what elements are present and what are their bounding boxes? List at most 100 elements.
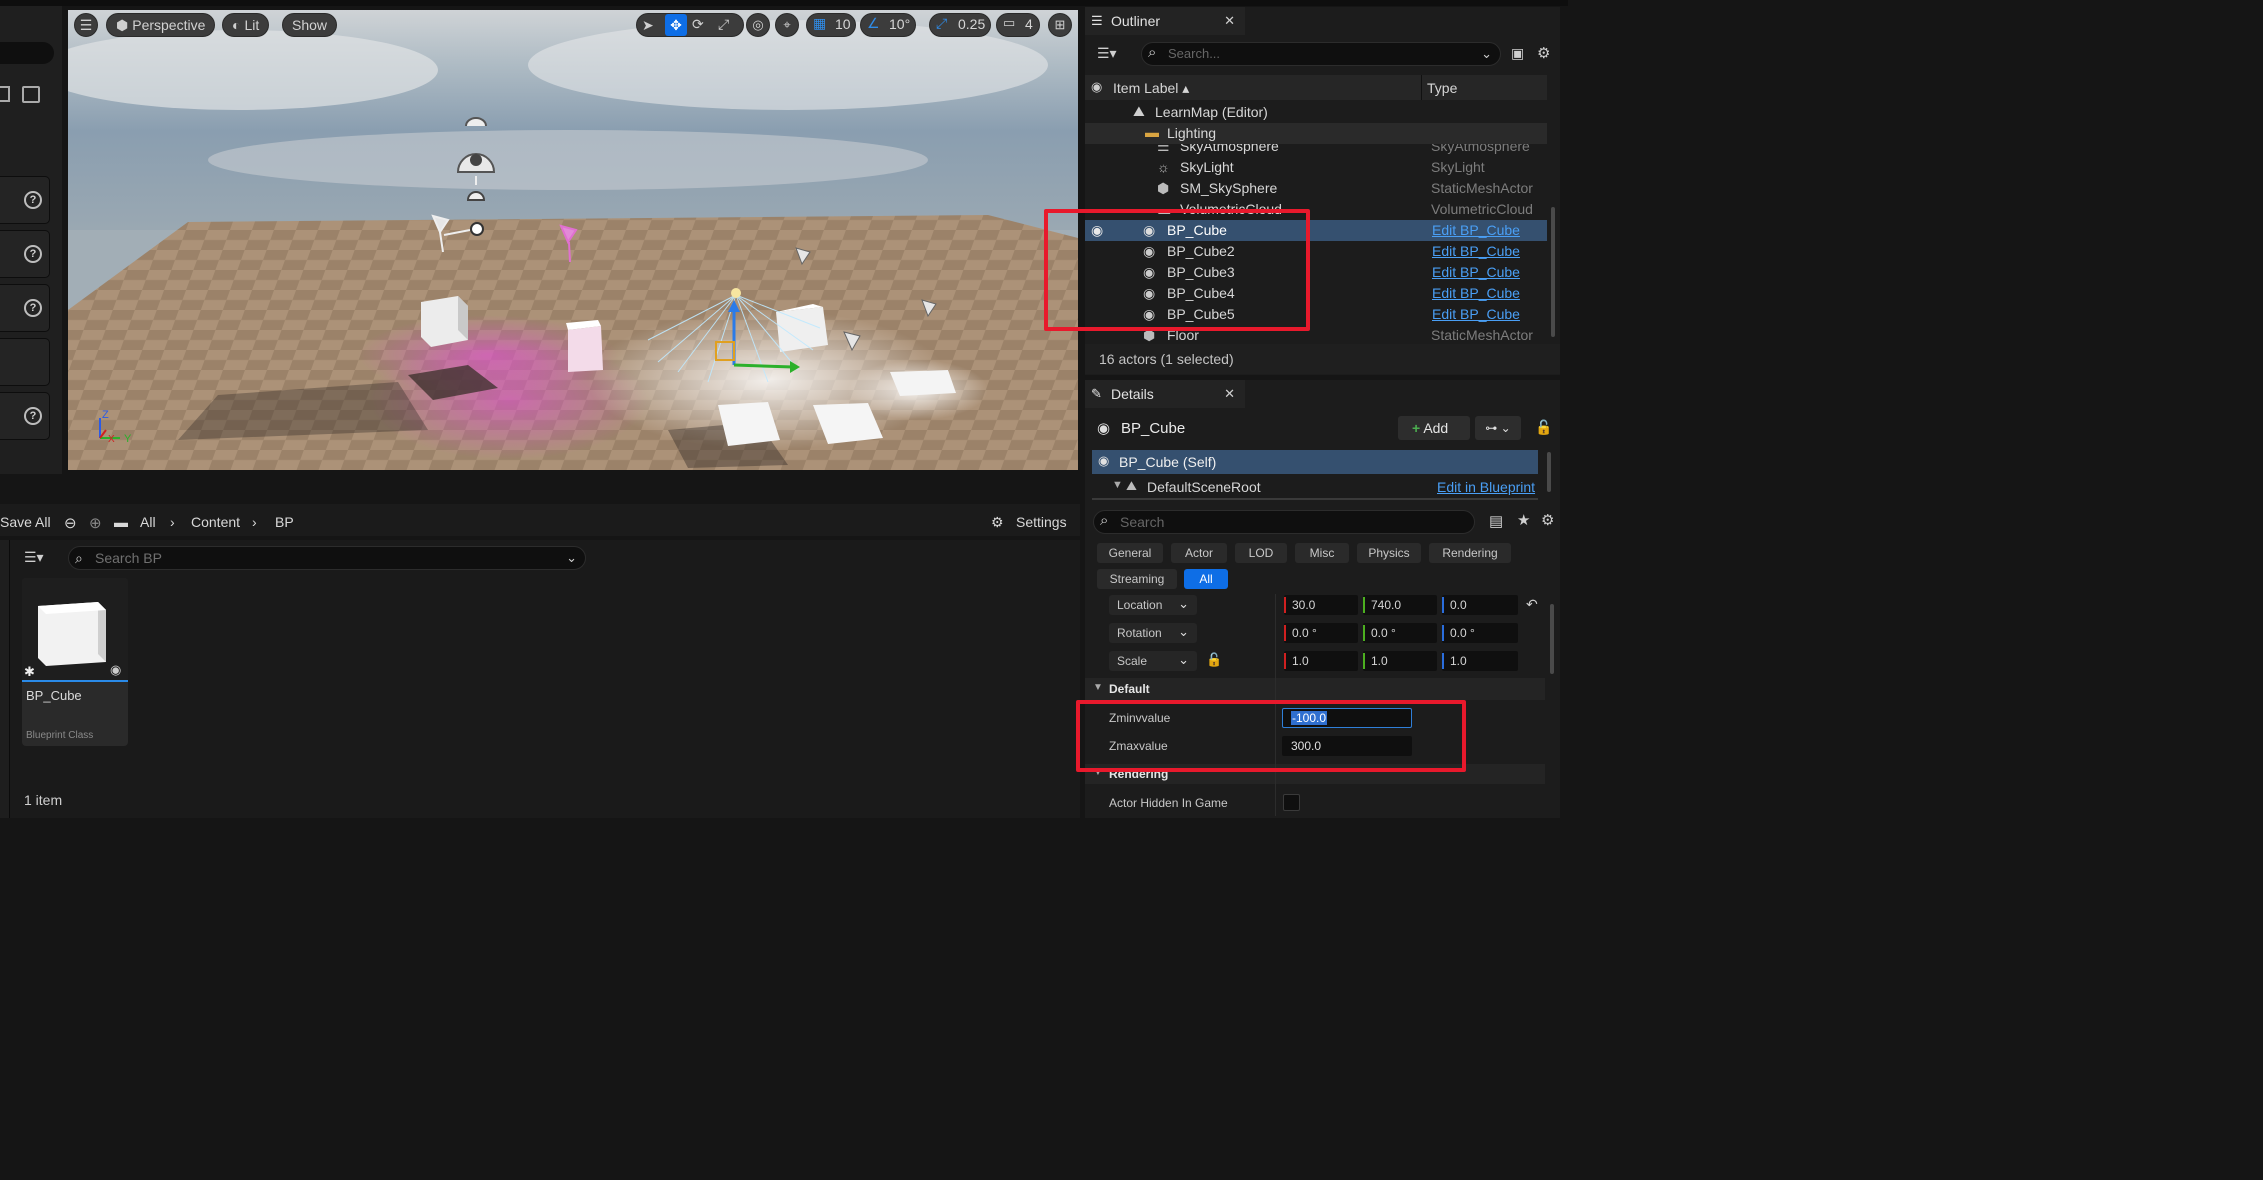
outliner-tab[interactable]: ☰ Outliner ✕	[1085, 7, 1245, 35]
filter-tab-actor[interactable]: Actor	[1171, 543, 1227, 563]
layout-icon[interactable]	[22, 86, 40, 103]
actor-hidden-checkbox[interactable]	[1283, 794, 1300, 811]
visibility-eye-icon[interactable]: ◉	[1091, 79, 1102, 95]
reset-arrow-icon[interactable]: ↶	[1526, 596, 1538, 613]
list-item[interactable]: ◉ BP_Cube5 Edit BP_Cube	[1085, 304, 1547, 325]
settings-button[interactable]: Settings	[1016, 514, 1067, 530]
breadcrumb-content[interactable]: Content	[191, 514, 240, 530]
filter-icon[interactable]: ☰▾	[1097, 45, 1117, 62]
gear-icon[interactable]: ⚙	[1537, 44, 1550, 62]
zmax-input[interactable]: 300.0	[1282, 736, 1412, 756]
rotation-x-field[interactable]: 0.0 °	[1284, 623, 1358, 643]
perspective-button[interactable]: ⬢ Perspective	[106, 13, 216, 37]
list-item[interactable]: ☰ SkyAtmosphere SkyAtmosphere	[1085, 144, 1547, 157]
rendering-category-header[interactable]: ▼ Rendering	[1085, 764, 1545, 784]
gear-icon[interactable]: ⚙	[991, 514, 1004, 531]
details-search-input[interactable]: ⌕ Search	[1093, 510, 1475, 534]
location-x-field[interactable]: 30.0	[1284, 595, 1358, 615]
component-self-row[interactable]: ◉ BP_Cube (Self)	[1092, 450, 1538, 474]
component-root-row[interactable]: ▼ ⛰ DefaultSceneRoot Edit in Blueprint	[1092, 476, 1538, 498]
add-folder-icon[interactable]: ▣	[1511, 45, 1524, 62]
rotation-z-field[interactable]: 0.0 °	[1442, 623, 1518, 643]
details-tab[interactable]: ✎ Details ✕	[1085, 380, 1245, 408]
list-item-selected[interactable]: ◉ ◉ BP_Cube Edit BP_Cube	[1085, 220, 1547, 241]
asset-tile-bp-cube[interactable]: ✱ ◉ BP_Cube Blueprint Class	[22, 578, 128, 746]
item-label-column[interactable]: Item Label ▴	[1113, 80, 1189, 97]
hamburger-menu-icon[interactable]: ☰	[74, 13, 98, 37]
folder-icon[interactable]: ▬	[114, 514, 128, 530]
list-item[interactable]: ⬢ Floor StaticMeshActor	[1085, 325, 1547, 342]
expand-triangle-icon[interactable]: ▼	[1112, 479, 1123, 491]
chevron-down-icon[interactable]: ⌄	[1481, 43, 1492, 65]
scale-z-field[interactable]: 1.0	[1442, 651, 1518, 671]
breadcrumb-all[interactable]: All	[140, 514, 156, 530]
angle-snap-toggle[interactable]: ∠ 10°	[860, 13, 916, 37]
list-item[interactable]: ⬢ SM_SkySphere StaticMeshActor	[1085, 178, 1547, 199]
edit-blueprint-link[interactable]: Edit BP_Cube	[1432, 306, 1520, 322]
filter-icon[interactable]: ☰▾	[24, 549, 44, 566]
forward-icon[interactable]: ⊕	[89, 514, 102, 532]
gear-icon[interactable]: ⚙	[1541, 511, 1554, 529]
save-all-button[interactable]: Save All	[0, 514, 51, 530]
filter-tab-streaming[interactable]: Streaming	[1097, 569, 1177, 589]
property-splitter[interactable]	[1275, 594, 1276, 816]
help-icon[interactable]: ?	[24, 299, 42, 317]
star-icon[interactable]: ★	[1517, 511, 1530, 529]
chevron-down-icon[interactable]: ⌄	[566, 547, 577, 569]
lit-button[interactable]: ◐ Lit	[222, 13, 270, 37]
back-icon[interactable]: ⊖	[64, 514, 77, 532]
edit-blueprint-link[interactable]: Edit BP_Cube	[1432, 243, 1520, 259]
level-viewport[interactable]: Z Y X ☰ ⬢ Perspective ◐ Lit Show ➤ ✥ ⟳ ⤢ ◎…	[68, 10, 1078, 470]
scale-x-field[interactable]: 1.0	[1284, 651, 1358, 671]
filter-tab-physics[interactable]: Physics	[1357, 543, 1421, 563]
table-view-icon[interactable]: ▤	[1489, 512, 1503, 530]
edit-blueprint-link[interactable]: Edit BP_Cube	[1432, 285, 1520, 301]
select-tool-icon[interactable]: ➤	[642, 17, 654, 34]
default-category-header[interactable]: ▼ Default	[1085, 678, 1545, 700]
show-button[interactable]: Show	[282, 13, 338, 37]
scale-dropdown[interactable]: Scale ⌄	[1109, 651, 1197, 671]
edit-blueprint-link[interactable]: Edit BP_Cube	[1432, 264, 1520, 280]
components-scrollbar[interactable]	[1547, 452, 1551, 492]
help-icon[interactable]: ?	[24, 191, 42, 209]
edit-in-blueprint-link[interactable]: Edit in Blueprint	[1437, 479, 1535, 495]
filter-tab-all[interactable]: All	[1184, 569, 1228, 589]
filter-tab-rendering[interactable]: Rendering	[1429, 543, 1511, 563]
world-space-icon[interactable]: ◎	[746, 13, 770, 37]
tree-row-folder[interactable]: ▬ Lighting	[1085, 123, 1547, 144]
list-item[interactable]: ☼ SkyLight SkyLight	[1085, 157, 1547, 178]
rotation-dropdown[interactable]: Rotation ⌄	[1109, 623, 1197, 643]
viewport-layout-icon[interactable]: ⊞	[1048, 13, 1072, 37]
lock-icon[interactable]: 🔓	[1535, 419, 1552, 436]
sources-divider[interactable]	[0, 540, 10, 818]
rotate-tool-icon[interactable]: ⟳	[692, 16, 704, 33]
details-scrollbar[interactable]	[1550, 604, 1554, 674]
filter-tab-lod[interactable]: LOD	[1235, 543, 1287, 563]
outliner-scrollbar[interactable]	[1551, 207, 1555, 337]
list-item[interactable]: ◉ BP_Cube4 Edit BP_Cube	[1085, 283, 1547, 304]
column-divider[interactable]	[1421, 75, 1422, 100]
scale-snap-toggle[interactable]: ⤢ 0.25	[929, 13, 991, 37]
breadcrumb-bp[interactable]: BP	[275, 514, 294, 530]
filter-tab-general[interactable]: General	[1097, 543, 1163, 563]
list-item[interactable]: ◉ BP_Cube2 Edit BP_Cube	[1085, 241, 1547, 262]
surface-snap-icon[interactable]: ⌖	[775, 13, 799, 37]
location-dropdown[interactable]: Location ⌄	[1109, 595, 1197, 615]
add-component-button[interactable]: + Add	[1398, 416, 1470, 440]
outliner-search-input[interactable]: ⌕ Search... ⌄	[1141, 42, 1501, 66]
help-icon[interactable]: ?	[24, 407, 42, 425]
list-item[interactable]: ☁ VolumetricCloud VolumetricCloud	[1085, 199, 1547, 220]
visibility-eye-icon[interactable]: ◉	[1091, 222, 1103, 239]
type-column-header[interactable]: Type	[1427, 80, 1457, 96]
camera-speed-button[interactable]: ▭ 4	[996, 13, 1040, 37]
location-z-field[interactable]: 0.0	[1442, 595, 1518, 615]
lock-icon[interactable]: 🔓	[1206, 652, 1222, 668]
close-icon[interactable]: ✕	[1224, 380, 1235, 408]
location-y-field[interactable]: 740.0	[1363, 595, 1437, 615]
help-icon[interactable]: ?	[24, 245, 42, 263]
grid-snap-toggle[interactable]: ▦ 10	[806, 13, 856, 37]
edit-blueprint-link[interactable]: Edit BP_Cube	[1432, 222, 1520, 238]
move-tool-icon[interactable]: ✥	[665, 14, 687, 36]
component-splitter[interactable]	[1092, 498, 1538, 500]
scale-y-field[interactable]: 1.0	[1363, 651, 1437, 671]
